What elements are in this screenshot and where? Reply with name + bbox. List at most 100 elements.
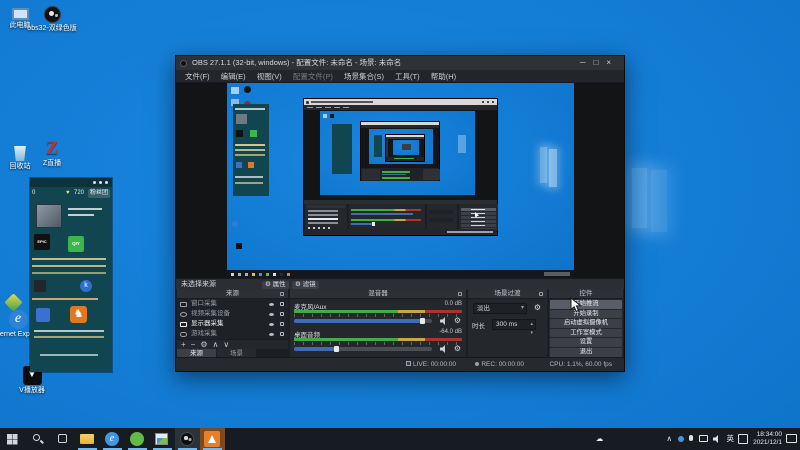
remove-source-button[interactable]: − [191,340,201,349]
display-tray-icon[interactable] [699,435,708,442]
orange-app-button[interactable] [200,428,225,450]
filters-button[interactable]: ⚙ 滤镜 [292,280,319,289]
menu-file[interactable]: 文件(F) [185,72,210,81]
nested-docks [304,204,498,231]
move-down-button[interactable]: ∨ [223,340,234,349]
blue-app-icon[interactable] [36,308,50,322]
rec-status: REC: 00:00:00 [475,358,524,371]
k-app-icon[interactable]: k [80,280,92,292]
maximize-button[interactable]: □ [593,58,606,67]
eye-icon[interactable] [269,312,274,316]
hidden-icons-chevron[interactable]: ∧ [667,428,673,450]
mixer-header[interactable]: 混音器 [290,289,466,299]
gear-icon[interactable]: ⚙ [454,317,461,325]
eye-icon[interactable] [269,322,274,326]
nested-mixer [349,204,425,231]
orange-horse-icon[interactable]: ♞ [70,306,87,323]
move-up-button[interactable]: ∧ [213,340,224,349]
eye-icon[interactable] [269,332,274,336]
search-button[interactable] [25,428,50,450]
start-button[interactable] [0,428,25,450]
desktop-icon-obs[interactable]: obs32-双绿色版 [26,6,78,33]
studio-mode-button[interactable]: 工作室模式 [550,328,622,338]
iqiyi-icon[interactable]: QIY [68,236,84,252]
source-row-display-capture[interactable]: 显示器采集 [177,319,288,329]
action-center-icon[interactable] [786,434,797,443]
obs-window[interactable]: OBS 27.1.1 (32-bit, windows) - 配置文件: 未命名… [175,55,625,372]
obs-preview[interactable] [176,83,624,278]
lock-icon[interactable] [280,322,284,326]
epic-games-icon[interactable]: EPIC [34,234,50,250]
file-explorer-button[interactable] [75,428,100,450]
sources-header[interactable]: 来源 [177,289,288,299]
live-icon [405,361,411,366]
source-row-window-capture[interactable]: 窗口采集 [177,299,288,309]
menu-edit[interactable]: 编辑(E) [221,72,246,81]
slider-fill [294,347,336,351]
properties-button[interactable]: ⚙ 属性 [262,280,289,289]
eye-icon[interactable] [269,302,274,306]
controls-header[interactable]: 控件 [549,289,623,299]
speaker-icon[interactable] [440,345,445,353]
start-recording-button[interactable]: 开始录制 [550,309,622,319]
fans-badge[interactable]: 粉丝团 [87,189,110,198]
live-helper-panel[interactable]: 0 ♥ 720 粉丝团 EPIC QIY k ♞ [30,178,112,372]
menu-help[interactable]: 帮助(H) [431,72,456,81]
source-row-video-device[interactable]: 视频采集设备 [177,309,288,319]
panel-header-buttons-icon[interactable] [105,181,108,184]
task-view-button[interactable] [50,428,75,450]
obs-taskbar-button[interactable] [175,428,200,450]
taskbar-clock[interactable]: 18:34:00 2021/12/1 [753,431,782,447]
lock-icon[interactable] [280,302,284,306]
dark-app-icon[interactable] [34,280,46,292]
exit-button[interactable]: 退出 [550,347,622,357]
source-settings-button[interactable]: ⚙ [200,340,212,349]
transition-select[interactable]: 淡出 ▾ [473,303,527,314]
lock-icon [458,292,462,296]
game-capture-icon [180,332,187,337]
photos-app-button[interactable] [150,428,175,450]
speaker-icon[interactable] [440,317,445,325]
desktop-icon-diamond-app[interactable] [4,293,23,312]
captured-wallpaper-logo [549,149,557,187]
lock-icon[interactable] [280,312,284,316]
green-app-button[interactable] [125,428,150,450]
slider-handle[interactable] [334,346,340,352]
settings-button[interactable]: 设置 [550,338,622,347]
volume-slider[interactable] [294,346,432,352]
ime-mode-icon[interactable] [738,434,748,444]
browser-button[interactable]: e [100,428,125,450]
nested-slider-handle [372,222,375,226]
duration-spinner[interactable]: 300 ms ▴ ▾ [492,319,536,336]
nested-rows [308,210,338,212]
like-count: 720 [74,190,85,196]
transitions-header[interactable]: 场景过渡 [468,289,547,299]
microphone-icon[interactable] [689,435,693,441]
weather-widget[interactable]: ☁ -12°C 多云 [596,428,615,450]
transition-gear-icon[interactable]: ⚙ [534,304,541,312]
menu-profile[interactable]: 配置文件(P) [293,72,333,81]
add-source-button[interactable]: + [181,340,191,349]
desktop-icon-z-app[interactable]: Z Z直播 [26,139,78,168]
volume-icon[interactable] [713,435,718,443]
mini-live-panel [233,104,269,196]
minimize-button[interactable]: ─ [580,58,594,67]
ime-language[interactable]: 英 [727,428,735,450]
obs-titlebar[interactable]: OBS 27.1.1 (32-bit, windows) - 配置文件: 未命名… [176,56,624,70]
lock-icon[interactable] [280,332,284,336]
menu-tools[interactable]: 工具(T) [395,72,420,81]
close-button[interactable]: × [606,58,619,67]
slider-handle[interactable] [419,318,425,324]
desktop-label-text [40,354,98,356]
slider-fill [294,319,421,323]
menu-view[interactable]: 视图(V) [257,72,282,81]
volume-slider[interactable] [294,318,432,324]
mouse-cursor [570,297,582,313]
l3-slider [382,174,406,175]
blue-tray-icon[interactable] [678,436,684,442]
virtual-camera-button[interactable]: 启动虚拟摄像机 [550,319,622,328]
start-streaming-button[interactable]: 开始推流 [550,300,622,309]
source-row-game-capture[interactable]: 游戏采集 [177,329,288,339]
gear-icon[interactable]: ⚙ [454,345,461,353]
menu-scene-collection[interactable]: 场景集合(S) [344,72,384,81]
